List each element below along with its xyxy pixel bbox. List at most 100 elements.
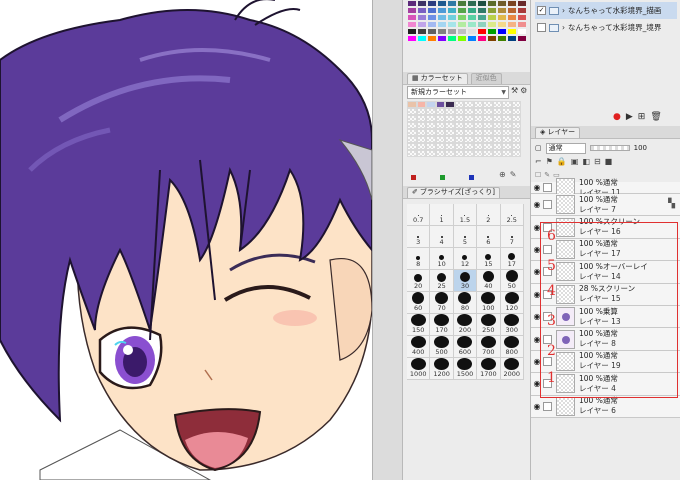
color-swatch[interactable] [467, 14, 477, 21]
colorset-swatch[interactable] [464, 101, 474, 108]
clip-icon[interactable]: ⌐ [535, 157, 542, 168]
color-swatch[interactable] [517, 21, 527, 28]
eye-icon[interactable]: ◉ [531, 223, 543, 232]
new-vector-icon[interactable]: ✎ [544, 171, 550, 181]
eye-icon[interactable]: ◉ [531, 290, 543, 299]
color-swatch[interactable] [427, 21, 437, 28]
color-swatch[interactable] [417, 35, 427, 42]
colorset-swatch[interactable] [407, 122, 417, 129]
eye-icon[interactable]: ◉ [531, 183, 543, 192]
brush-size-cell[interactable]: 20 [407, 270, 431, 292]
brush-size-cell[interactable]: 1500 [453, 358, 478, 380]
brush-size-cell[interactable]: 2000 [500, 358, 524, 380]
colorset-swatch[interactable] [407, 136, 417, 143]
color-swatch[interactable] [517, 7, 527, 14]
colorset-swatch[interactable] [464, 122, 474, 129]
color-swatch[interactable] [437, 0, 447, 7]
auto-action-item[interactable]: › なんちゃって水彩境界_境界 [535, 19, 677, 36]
colorset-swatch[interactable] [502, 101, 512, 108]
color-swatch[interactable] [477, 0, 487, 7]
colorset-swatch[interactable] [407, 108, 417, 115]
color-swatch[interactable] [507, 0, 517, 7]
color-swatch[interactable] [407, 0, 417, 7]
eye-icon[interactable]: ◉ [531, 379, 543, 388]
colorset-swatch[interactable] [502, 122, 512, 129]
record-icon[interactable]: ● [613, 112, 621, 122]
checkbox[interactable]: ✓ [537, 6, 546, 15]
color-swatch[interactable] [417, 0, 427, 7]
colorset-swatch[interactable] [492, 101, 502, 108]
colorset-swatch[interactable] [511, 129, 521, 136]
colorset-swatch[interactable] [435, 143, 445, 150]
brush-size-cell[interactable]: 1000 [407, 358, 431, 380]
color-swatch[interactable] [427, 35, 437, 42]
brush-size-cell[interactable]: 4 [430, 226, 454, 248]
colorset-swatch[interactable] [445, 150, 455, 157]
brush-size-cell[interactable]: 70 [430, 292, 454, 314]
brush-size-cell[interactable]: 5 [453, 226, 478, 248]
layer-row[interactable]: ◉ 100 %通常 レイヤー 7 ▚ [531, 194, 680, 217]
color-swatch[interactable] [487, 0, 497, 7]
color-swatch[interactable] [427, 0, 437, 7]
colorset-swatch[interactable] [483, 108, 493, 115]
color-swatch[interactable] [427, 7, 437, 14]
colorset-swatch[interactable] [416, 150, 426, 157]
color-palette-icon[interactable]: ■ [605, 157, 613, 168]
eye-icon[interactable]: ◉ [531, 312, 543, 321]
brush-size-cell[interactable]: 30 [453, 270, 478, 292]
opacity-slider[interactable] [589, 145, 630, 151]
color-swatch[interactable] [457, 21, 467, 28]
brush-size-cell[interactable]: 150 [407, 314, 431, 336]
colorset-swatch[interactable] [454, 101, 464, 108]
add-color-icon[interactable]: ⊕ [499, 170, 506, 179]
color-swatch[interactable] [467, 35, 477, 42]
colorset-swatch[interactable] [416, 108, 426, 115]
color-swatch-grid[interactable] [407, 0, 527, 60]
colorset-swatch[interactable] [454, 143, 464, 150]
colorset-swatch[interactable] [426, 115, 436, 122]
colorset-swatch[interactable] [511, 150, 521, 157]
eye-icon[interactable]: ◉ [531, 245, 543, 254]
brush-size-cell[interactable]: 0.7 [407, 204, 431, 226]
tab-brush-size[interactable]: ✐ ブラシサイズ[ざっくり] [407, 186, 500, 198]
colorset-swatch[interactable] [483, 143, 493, 150]
color-swatch[interactable] [497, 14, 507, 21]
color-swatch[interactable] [487, 14, 497, 21]
settings-icon[interactable]: ⚙ [520, 86, 527, 95]
brush-size-cell[interactable]: 10 [430, 248, 454, 270]
new-layer-icon[interactable]: ☐ [535, 171, 541, 181]
lock-transparency-icon[interactable]: ▣ [571, 157, 579, 168]
colorset-swatch[interactable] [473, 101, 483, 108]
colorset-swatch[interactable] [435, 129, 445, 136]
color-swatch[interactable] [457, 35, 467, 42]
brush-size-cell[interactable]: 1 [430, 204, 454, 226]
color-swatch[interactable] [457, 28, 467, 35]
brush-size-cell[interactable]: 25 [430, 270, 454, 292]
canvas-illustration[interactable] [0, 0, 372, 480]
color-swatch[interactable] [497, 35, 507, 42]
colorset-swatch[interactable] [473, 108, 483, 115]
colorset-swatch[interactable] [511, 115, 521, 122]
color-swatch[interactable] [467, 0, 477, 7]
colorset-swatch[interactable] [445, 136, 455, 143]
colorset-swatch[interactable] [464, 136, 474, 143]
color-swatch[interactable] [477, 7, 487, 14]
color-swatch[interactable] [467, 21, 477, 28]
brush-size-cell[interactable]: 1700 [477, 358, 501, 380]
colorset-swatch[interactable] [416, 136, 426, 143]
tab-approx-color[interactable]: 近似色 [470, 72, 502, 84]
colorset-swatch[interactable] [502, 136, 512, 143]
colorset-swatch[interactable] [426, 101, 436, 108]
layer-lock-checkbox[interactable] [543, 401, 552, 411]
color-swatch[interactable] [507, 21, 517, 28]
layer-lock-checkbox[interactable] [543, 200, 552, 210]
colorset-swatch[interactable] [464, 150, 474, 157]
brush-size-cell[interactable]: 300 [500, 314, 524, 336]
brush-size-cell[interactable]: 700 [477, 336, 501, 358]
colorset-swatch[interactable] [502, 129, 512, 136]
color-swatch[interactable] [497, 7, 507, 14]
brush-size-cell[interactable]: 600 [453, 336, 478, 358]
colorset-swatch[interactable] [416, 122, 426, 129]
colorset-swatch[interactable] [416, 129, 426, 136]
colorset-swatch[interactable] [454, 122, 464, 129]
